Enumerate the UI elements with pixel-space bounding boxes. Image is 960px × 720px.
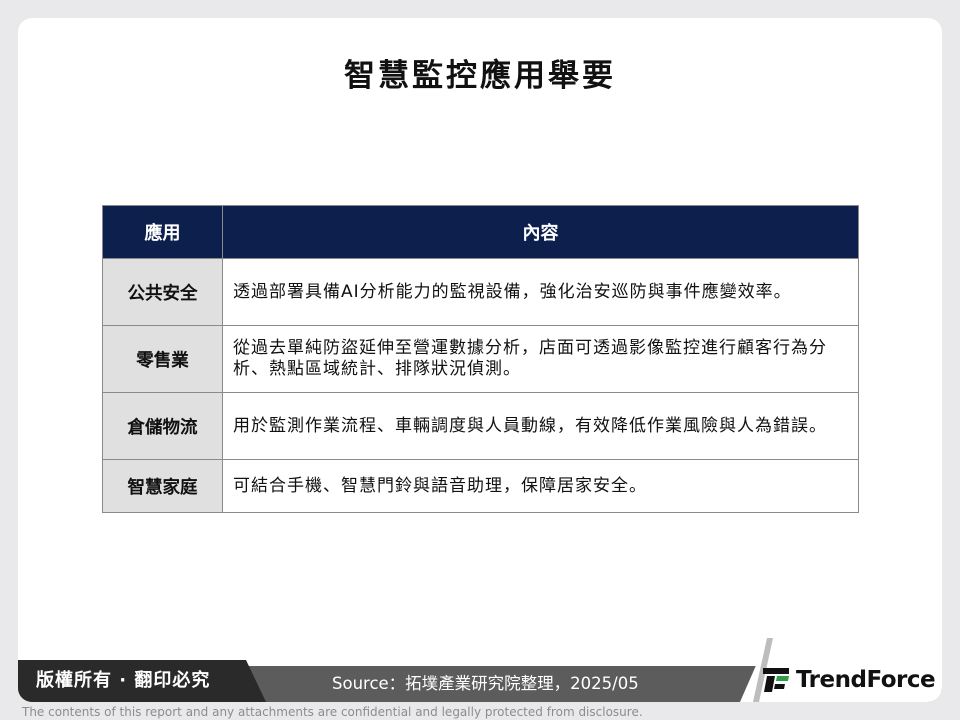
table-row: 智慧家庭 可結合手機、智慧門鈴與語音助理，保障居家安全。 (102, 459, 859, 513)
disclaimer: The contents of this report and any atta… (22, 705, 643, 719)
header-content: 內容 (222, 205, 859, 259)
row-content: 可結合手機、智慧門鈴與語音助理，保障居家安全。 (222, 459, 859, 513)
footer-copyright: 版權所有 · 翻印必究 (36, 670, 211, 691)
trendforce-logo: TrendForce (762, 664, 936, 696)
slide: 智慧監控應用舉要 拓墣 TOPOLOGY RESEARCH INSTITUTE … (18, 18, 942, 702)
table-row: 倉儲物流 用於監測作業流程、車輛調度與人員動線，有效降低作業風險與人為錯誤。 (102, 392, 859, 460)
row-label: 零售業 (102, 325, 223, 393)
header-application: 應用 (102, 205, 223, 259)
row-content: 用於監測作業流程、車輛調度與人員動線，有效降低作業風險與人為錯誤。 (222, 392, 859, 460)
row-label: 智慧家庭 (102, 459, 223, 513)
row-content: 從過去單純防盜延伸至營運數據分析，店面可透過影像監控進行顧客行為分析、熱點區域統… (222, 325, 859, 393)
applications-table: 應用 內容 公共安全 透過部署具備AI分析能力的監視設備，強化治安巡防與事件應變… (102, 205, 859, 513)
footer-source: Source：拓墣產業研究院整理，2025/05 (332, 674, 639, 693)
page-title: 智慧監控應用舉要 (344, 58, 616, 94)
logo-text: TrendForce (796, 667, 936, 693)
row-label: 公共安全 (102, 258, 223, 326)
table-row: 公共安全 透過部署具備AI分析能力的監視設備，強化治安巡防與事件應變效率。 (102, 258, 859, 326)
row-label: 倉儲物流 (102, 392, 223, 460)
row-content: 透過部署具備AI分析能力的監視設備，強化治安巡防與事件應變效率。 (222, 258, 859, 326)
table-row: 零售業 從過去單純防盜延伸至營運數據分析，店面可透過影像監控進行顧客行為分析、熱… (102, 325, 859, 393)
trendforce-logo-icon (763, 668, 789, 692)
table-header-row: 應用 內容 (102, 205, 859, 259)
